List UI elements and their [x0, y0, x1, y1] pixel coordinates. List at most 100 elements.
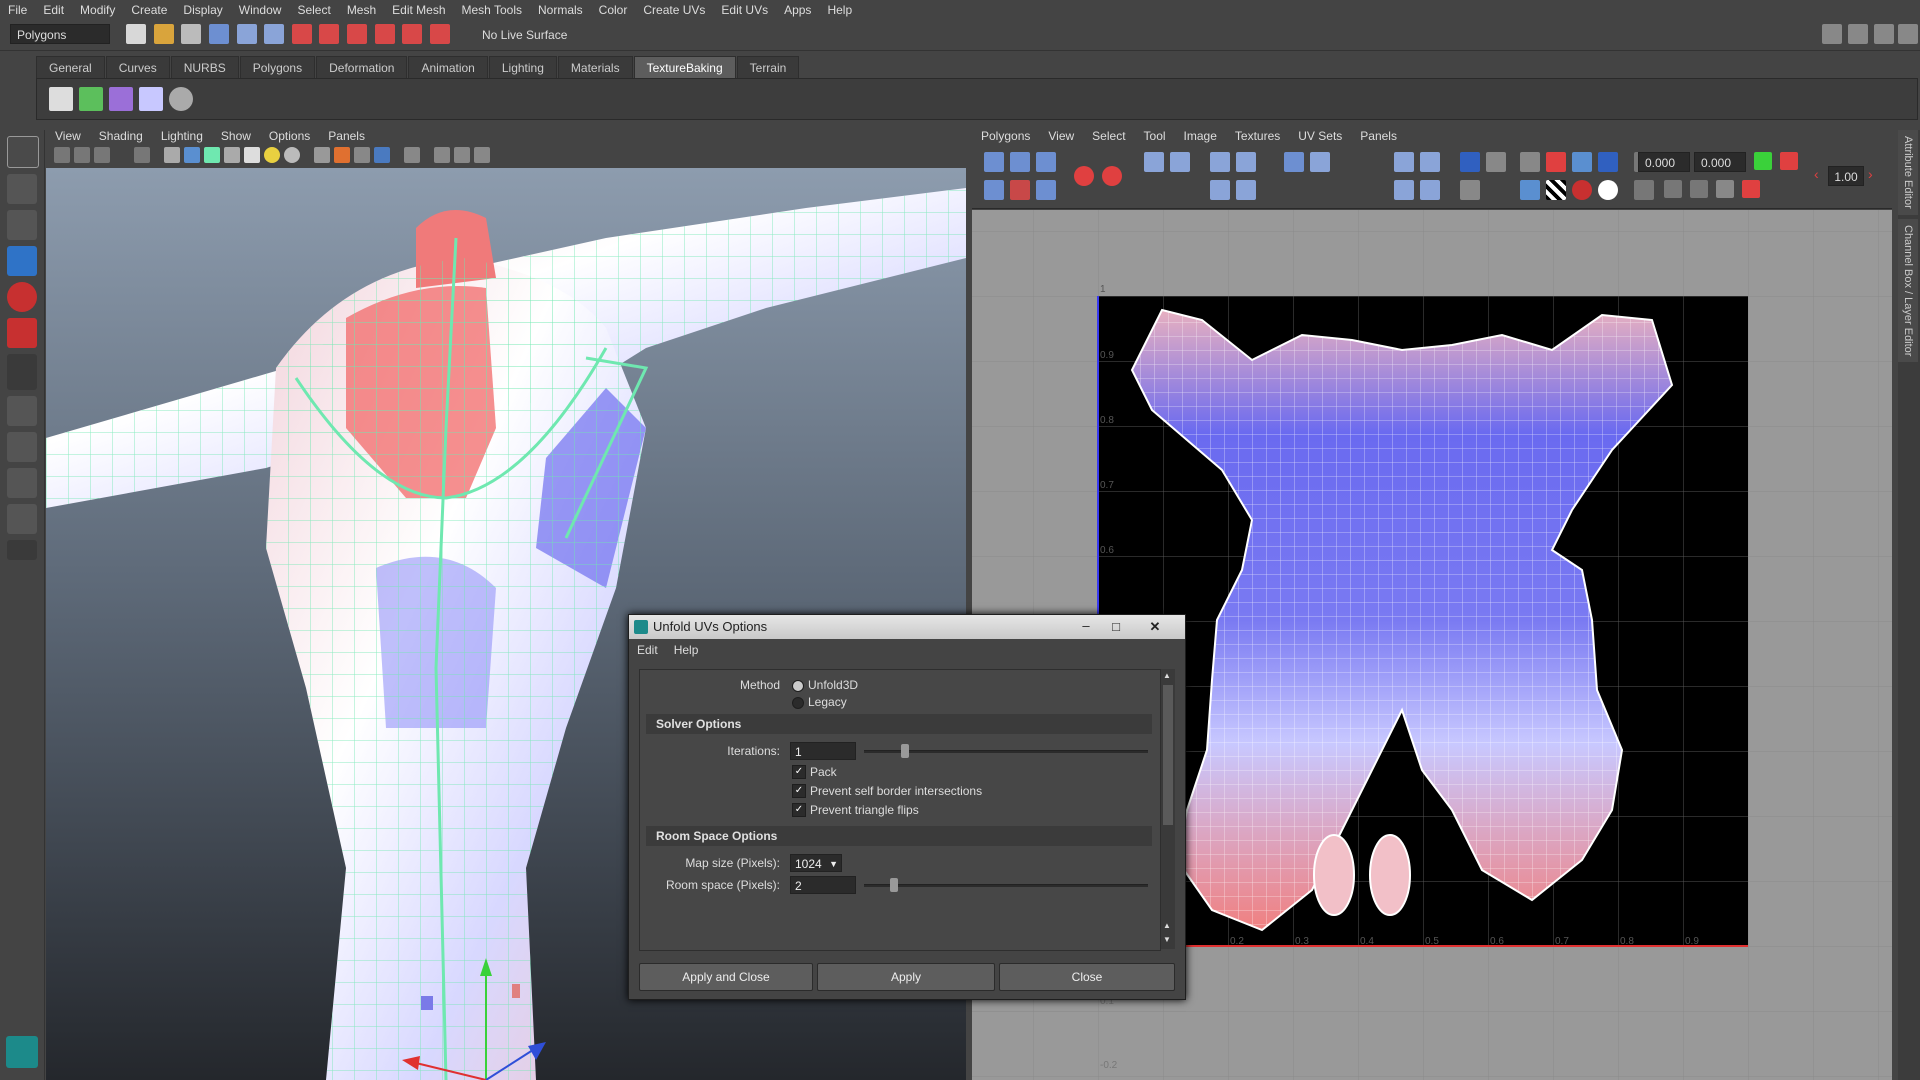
shadows-icon[interactable]: [284, 147, 300, 163]
layout-outliner-icon[interactable]: [7, 468, 37, 498]
uv-shell-icon[interactable]: [1010, 152, 1030, 172]
rotate-tool-icon[interactable]: [7, 282, 37, 312]
vp-menu-view[interactable]: View: [46, 129, 90, 143]
uv-shade-icon[interactable]: [1572, 152, 1592, 172]
lights-icon[interactable]: [264, 147, 280, 163]
maximize-icon[interactable]: □: [1105, 619, 1127, 635]
uv-select-icon[interactable]: [984, 152, 1004, 172]
snap-curve-icon[interactable]: [319, 24, 340, 44]
open-scene-icon[interactable]: [153, 24, 174, 44]
menu-edit-uvs[interactable]: Edit UVs: [713, 3, 776, 17]
options-scrollbar[interactable]: ▲ ▲ ▼: [1161, 669, 1175, 949]
menu-create-uvs[interactable]: Create UVs: [635, 3, 713, 17]
room-space-slider-handle[interactable]: [889, 878, 898, 892]
motion-blur-icon[interactable]: [334, 147, 350, 163]
uv-image-icon[interactable]: [1460, 152, 1480, 172]
lightmap-icon[interactable]: [109, 87, 133, 111]
uv-edge-icon[interactable]: [1036, 152, 1056, 172]
tab-nurbs[interactable]: NURBS: [170, 56, 239, 79]
tab-general[interactable]: General: [36, 56, 105, 79]
menu-select[interactable]: Select: [289, 3, 338, 17]
bake-icon[interactable]: [79, 87, 103, 111]
uv-rotate-icon[interactable]: [1036, 180, 1056, 200]
uv-face-icon[interactable]: [984, 180, 1004, 200]
menu-window[interactable]: Window: [231, 3, 290, 17]
snap-view-icon[interactable]: [374, 24, 395, 44]
close-button[interactable]: Close: [999, 963, 1175, 991]
iterations-slider-handle[interactable]: [900, 744, 909, 758]
uv-flip-icon[interactable]: [1010, 180, 1030, 200]
tab-materials[interactable]: Materials: [557, 56, 633, 79]
method-legacy-radio[interactable]: [792, 697, 804, 709]
uv-menu-image[interactable]: Image: [1175, 129, 1226, 143]
wireframe-on-shaded-icon[interactable]: [204, 147, 220, 163]
uv-pin-icon[interactable]: [1074, 166, 1094, 186]
xray-icon[interactable]: [224, 147, 240, 163]
last-tool-icon[interactable]: [7, 354, 37, 390]
snap-point-icon[interactable]: [347, 24, 367, 44]
uv-checker-icon[interactable]: [1546, 180, 1566, 200]
zoom-right-arrow-icon[interactable]: ›: [1868, 166, 1873, 182]
uv-cut-icon[interactable]: [1210, 152, 1230, 172]
uv-symmetry-icon[interactable]: [1742, 180, 1760, 198]
camera-icon[interactable]: [54, 147, 70, 163]
iterations-field[interactable]: 1: [790, 742, 856, 760]
vp-menu-show[interactable]: Show: [212, 129, 260, 143]
uv-move-icon[interactable]: [1144, 152, 1164, 172]
uv-cycle-icon[interactable]: [1664, 180, 1682, 198]
vp-menu-shading[interactable]: Shading: [90, 129, 152, 143]
tab-polygons[interactable]: Polygons: [239, 56, 316, 79]
u-value-field[interactable]: 0.000: [1638, 152, 1690, 172]
vp-menu-lighting[interactable]: Lighting: [152, 129, 212, 143]
v-value-field[interactable]: 0.000: [1694, 152, 1746, 172]
snap-grid-icon[interactable]: [291, 24, 312, 44]
uv-layout-icon[interactable]: [1236, 180, 1256, 200]
grid-icon[interactable]: [134, 147, 150, 163]
map-size-dropdown[interactable]: 1024 ▼: [790, 854, 842, 872]
dialog-menu-help[interactable]: Help: [666, 643, 707, 657]
close-icon[interactable]: ✕: [1133, 619, 1177, 635]
textured-icon[interactable]: [244, 147, 260, 163]
lasso-tool-icon[interactable]: [7, 174, 37, 204]
apply-and-close-button[interactable]: Apply and Close: [639, 963, 813, 991]
scroll-thumb[interactable]: [1163, 685, 1173, 825]
scroll-up-icon[interactable]: ▲: [1163, 671, 1171, 680]
live-surface-label[interactable]: No Live Surface: [482, 28, 567, 42]
menu-edit[interactable]: Edit: [35, 3, 72, 17]
uv-menu-select[interactable]: Select: [1083, 129, 1134, 143]
move-tool-icon[interactable]: [7, 246, 37, 276]
attribute-editor-icon[interactable]: [1874, 24, 1894, 44]
uv-refresh-icon[interactable]: [1754, 152, 1772, 170]
antialias-icon[interactable]: [354, 147, 370, 163]
menu-edit-mesh[interactable]: Edit Mesh: [384, 3, 453, 17]
vp-menu-options[interactable]: Options: [260, 129, 319, 143]
menu-file[interactable]: File: [0, 3, 35, 17]
dof-icon[interactable]: [374, 147, 390, 163]
uv-alpha-icon[interactable]: [1598, 180, 1618, 200]
uv-orient-icon[interactable]: [1420, 180, 1440, 200]
room-space-slider[interactable]: [864, 884, 1148, 887]
snap-magnet-icon[interactable]: [429, 24, 450, 44]
save-scene-icon[interactable]: [181, 24, 202, 44]
select-component-icon[interactable]: [264, 24, 285, 44]
menu-create[interactable]: Create: [123, 3, 175, 17]
wireframe-icon[interactable]: [164, 147, 180, 163]
uv-toggle-icon[interactable]: [1520, 180, 1540, 200]
uv-delete-icon[interactable]: [1716, 180, 1734, 198]
uv-unpin-icon[interactable]: [1102, 166, 1122, 186]
room-space-field[interactable]: 2: [790, 876, 856, 894]
clapper-icon[interactable]: [49, 87, 73, 111]
prevent-triangle-flips-checkbox[interactable]: ✓: [792, 803, 806, 817]
layout-icon[interactable]: [1822, 24, 1842, 44]
tab-lighting[interactable]: Lighting: [488, 56, 557, 79]
snap-surface-icon[interactable]: [402, 24, 423, 44]
uv-align-icon[interactable]: [1284, 152, 1304, 172]
tab-terrain[interactable]: Terrain: [736, 56, 800, 79]
uv-rgb-icon[interactable]: [1572, 180, 1592, 200]
menuset-dropdown[interactable]: Polygons: [10, 24, 110, 44]
tab-deformation[interactable]: Deformation: [316, 56, 408, 79]
vp-menu-panels[interactable]: Panels: [319, 129, 374, 143]
uv-sew-icon[interactable]: [1236, 152, 1256, 172]
uv-dim-icon[interactable]: [1486, 152, 1506, 172]
dialog-titlebar[interactable]: Unfold UVs Options – □ ✕: [629, 615, 1185, 639]
